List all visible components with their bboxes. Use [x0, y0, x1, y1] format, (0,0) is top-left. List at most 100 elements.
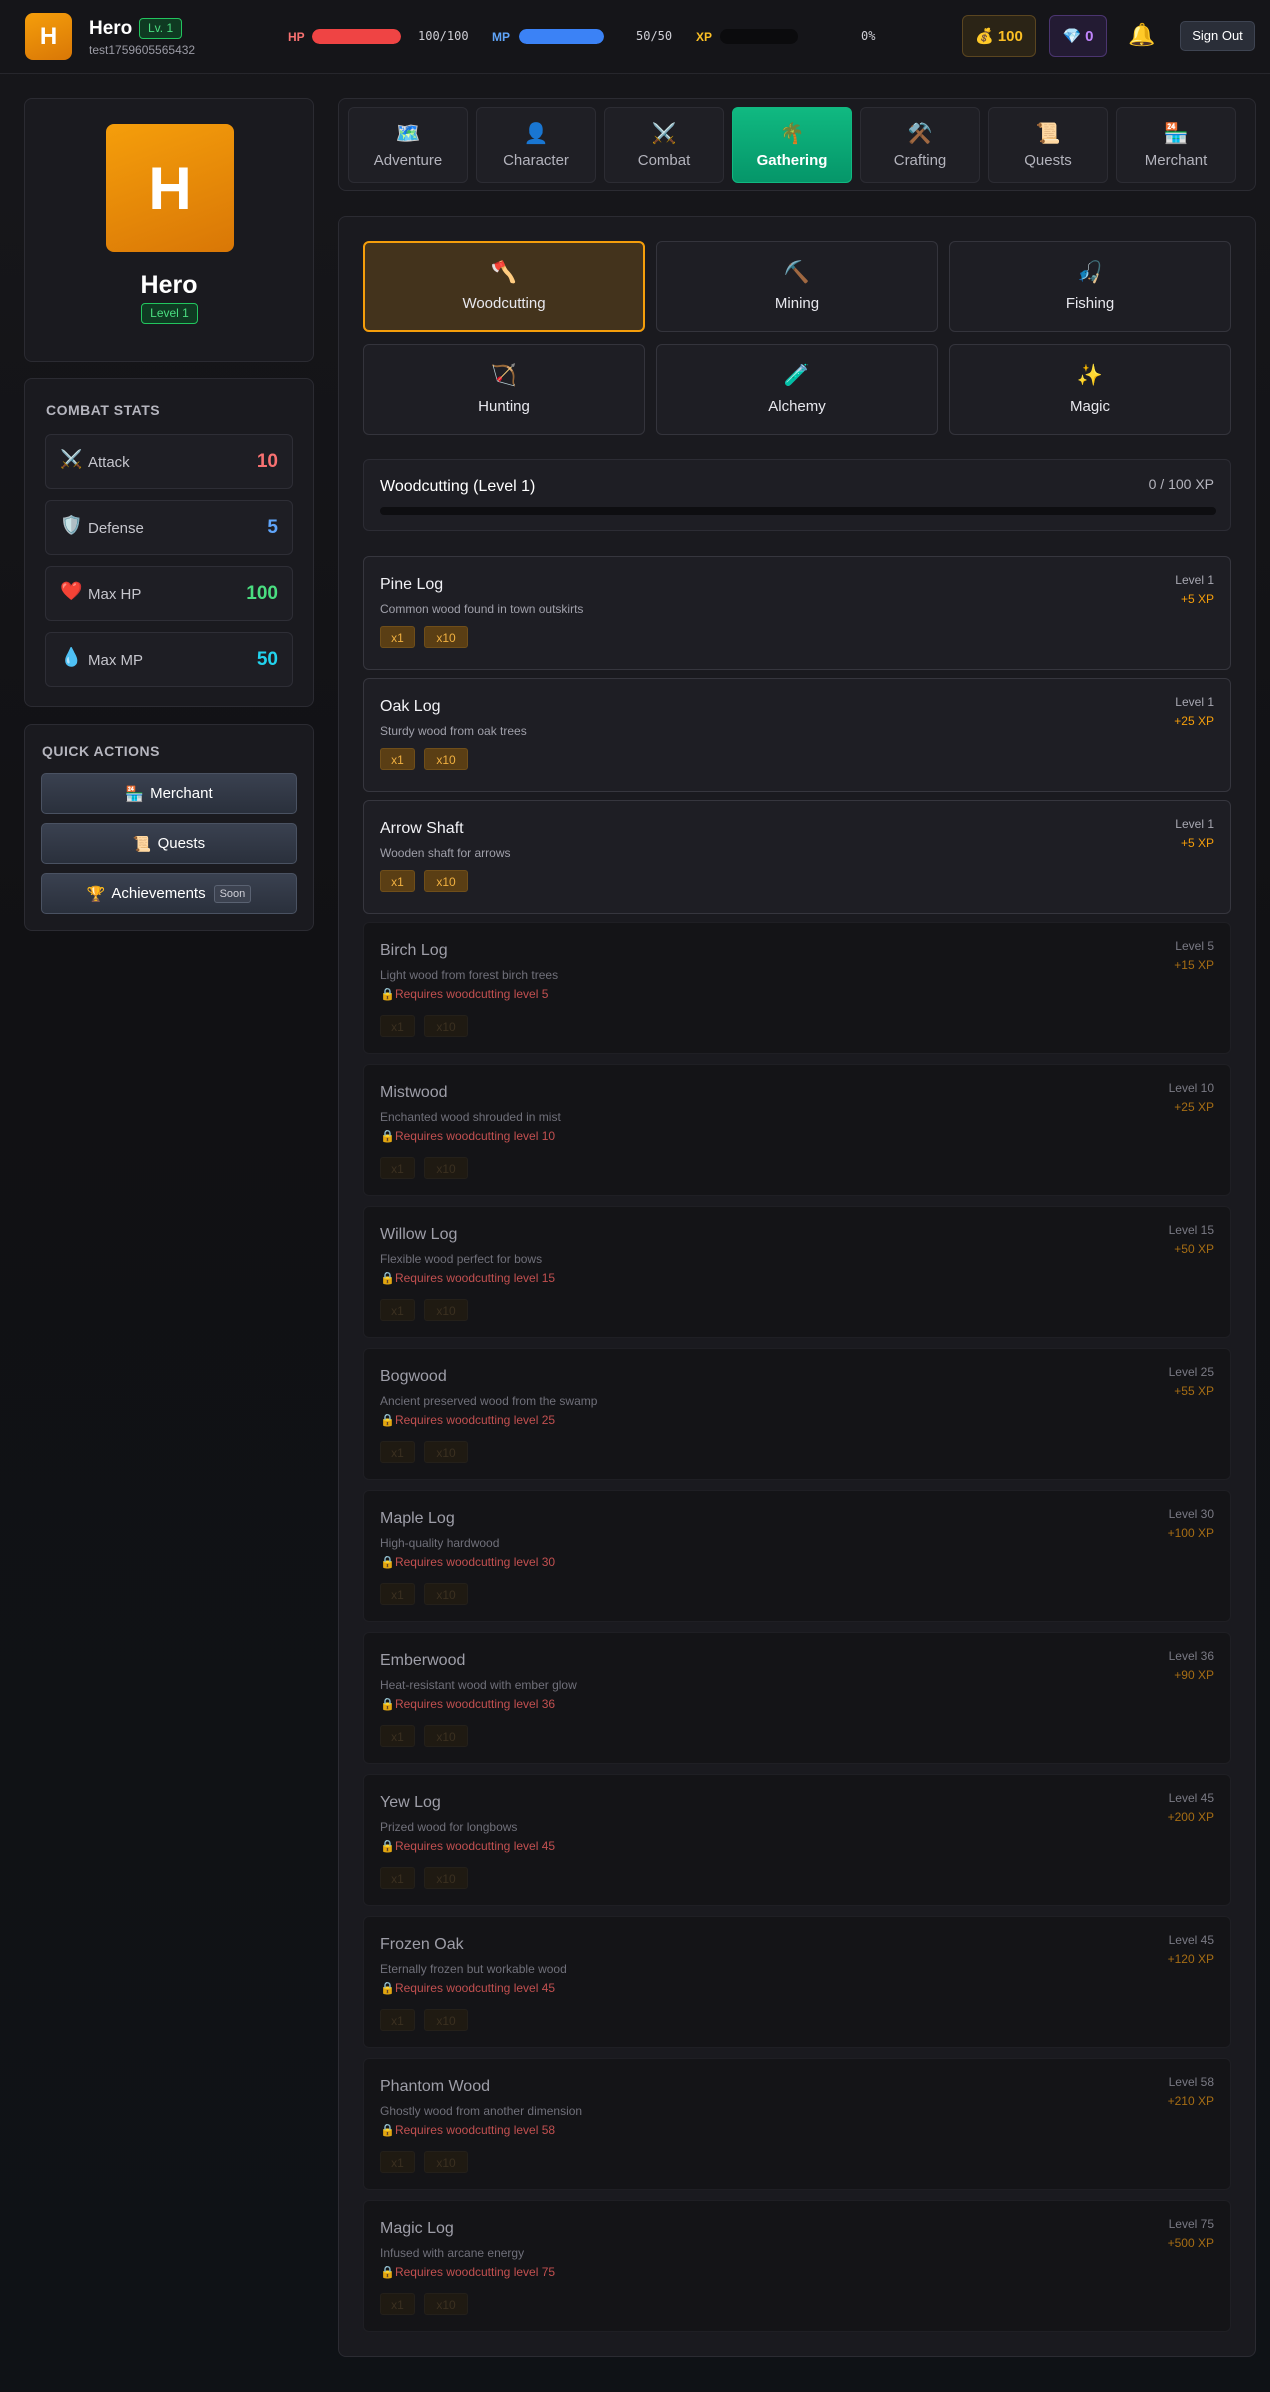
tab-label: Character	[503, 152, 569, 169]
sign-out-button[interactable]: Sign Out	[1180, 21, 1255, 51]
tab-gathering[interactable]: 🌴 Gathering	[732, 107, 852, 183]
trophy-icon: 🏆	[86, 885, 106, 903]
item-level: Level 45	[1168, 1933, 1214, 1947]
resource-item: Willow Log Flexible wood perfect for bows…	[363, 1206, 1231, 1338]
lock-icon: 🔒	[380, 1129, 395, 1143]
xp-bar	[720, 29, 798, 44]
item-description: Ancient preserved wood from the swamp	[380, 1394, 598, 1408]
requirement-text: 🔒Requires woodcutting level 45	[380, 1839, 555, 1853]
stat-value: 10	[256, 451, 278, 472]
requirement-text: 🔒Requires woodcutting level 36	[380, 1697, 555, 1711]
gather-x10-button[interactable]: x10	[424, 870, 468, 892]
item-xp: +120 XP	[1167, 1952, 1214, 1966]
gather-x1-button: x1	[380, 2293, 415, 2315]
item-level: Level 1	[1175, 817, 1214, 831]
item-name: Emberwood	[380, 1652, 466, 1669]
item-xp: +50 XP	[1174, 1242, 1214, 1256]
resource-item: Bogwood Ancient preserved wood from the s…	[363, 1348, 1231, 1480]
lock-icon: 🔒	[380, 2123, 395, 2137]
hammer-pick-icon: ⚒️	[907, 123, 933, 145]
skill-label: Mining	[774, 295, 820, 312]
skill-alchemy[interactable]: 🧪 Alchemy	[656, 344, 938, 435]
item-name: Mistwood	[380, 1084, 448, 1101]
item-description: Light wood from forest birch trees	[380, 968, 559, 982]
gem-value: 0	[1085, 27, 1094, 45]
skill-mining[interactable]: ⛏️ Mining	[656, 241, 938, 332]
item-name: Phantom Wood	[380, 2078, 490, 2095]
bell-icon[interactable]: 🔔	[1128, 22, 1155, 48]
merchant-button[interactable]: 🏪 Merchant	[41, 773, 297, 814]
stat-name: Attack	[88, 454, 130, 471]
item-name: Arrow Shaft	[380, 820, 464, 837]
gather-x10-button: x10	[424, 2293, 468, 2315]
tab-merchant[interactable]: 🏪 Merchant	[1116, 107, 1236, 183]
gather-x10-button[interactable]: x10	[424, 748, 468, 770]
item-xp: +15 XP	[1174, 958, 1214, 972]
tab-combat[interactable]: ⚔️ Combat	[604, 107, 724, 183]
lock-icon: 🔒	[380, 2265, 395, 2279]
soon-badge: Soon	[213, 884, 252, 903]
mp-bar-fill	[519, 29, 604, 44]
achievements-button[interactable]: 🏆 Achievements Soon	[41, 873, 297, 914]
person-icon: 👤	[523, 123, 549, 145]
skill-hunting[interactable]: 🏹 Hunting	[363, 344, 645, 435]
palm-tree-icon: 🌴	[779, 123, 805, 145]
item-level: Level 25	[1168, 1365, 1214, 1379]
skill-progress-card: Woodcutting (Level 1) 0 / 100 XP	[363, 459, 1231, 531]
fishing-icon: 🎣	[1076, 261, 1104, 284]
lock-icon: 🔒	[380, 1839, 395, 1853]
gather-x1-button[interactable]: x1	[380, 748, 415, 770]
quests-button[interactable]: 📜 Quests	[41, 823, 297, 864]
pick-icon: ⛏️	[783, 261, 811, 284]
lock-icon: 🔒	[380, 1555, 395, 1569]
tab-character[interactable]: 👤 Character	[476, 107, 596, 183]
skill-woodcutting[interactable]: 🪓 Woodcutting	[363, 241, 645, 332]
gather-x10-button: x10	[424, 1867, 468, 1889]
item-description: Eternally frozen but workable wood	[380, 1962, 567, 1976]
item-xp: +100 XP	[1167, 1526, 1214, 1540]
requirement-label: Requires woodcutting level 25	[394, 1413, 556, 1427]
tab-crafting[interactable]: ⚒️ Crafting	[860, 107, 980, 183]
test-tube-icon: 🧪	[783, 364, 811, 387]
item-name: Birch Log	[380, 942, 448, 959]
mp-label: MP	[492, 30, 510, 44]
lock-icon: 🔒	[380, 987, 395, 1001]
xp-value: 0%	[861, 29, 876, 43]
item-name: Bogwood	[380, 1368, 447, 1385]
tab-quests[interactable]: 📜 Quests	[988, 107, 1108, 183]
shield-icon: 🛡️	[60, 515, 83, 535]
gather-x1-button[interactable]: x1	[380, 626, 415, 648]
item-level: Level 30	[1168, 1507, 1214, 1521]
resource-item: Yew Log Prized wood for longbows Level 45 +…	[363, 1774, 1231, 1906]
gem-counter[interactable]: 💎 0	[1049, 15, 1107, 57]
requirement-text: 🔒Requires woodcutting level 30	[380, 1555, 555, 1569]
hp-bar	[312, 29, 401, 44]
gather-x1-button: x1	[380, 1583, 415, 1605]
item-description: Prized wood for longbows	[380, 1820, 518, 1834]
main-nav-tabs: 🗺️ Adventure 👤 Character ⚔️ Combat 🌴 Gat…	[338, 98, 1256, 191]
resource-item: Birch Log Light wood from forest birch tr…	[363, 922, 1231, 1054]
skill-magic[interactable]: ✨ Magic	[949, 344, 1231, 435]
skill-label: Alchemy	[768, 398, 826, 415]
tab-adventure[interactable]: 🗺️ Adventure	[348, 107, 468, 183]
heart-icon: ❤️	[60, 581, 83, 601]
button-label: Quests	[157, 835, 206, 852]
gather-x10-button[interactable]: x10	[424, 626, 468, 648]
stat-name: Max MP	[88, 652, 144, 669]
gold-counter[interactable]: 💰 100	[962, 15, 1036, 57]
requirement-text: 🔒Requires woodcutting level 15	[380, 1271, 555, 1285]
resource-item[interactable]: Pine Log Common wood found in town outski…	[363, 556, 1231, 670]
resource-item[interactable]: Oak Log Sturdy wood from oak trees Level 1…	[363, 678, 1231, 792]
item-xp: +500 XP	[1167, 2236, 1214, 2250]
avatar[interactable]: H	[25, 13, 72, 60]
skill-label: Woodcutting	[462, 295, 546, 312]
hp-bar-fill	[312, 29, 401, 44]
stat-name: Max HP	[88, 586, 142, 603]
gather-x1-button[interactable]: x1	[380, 870, 415, 892]
item-level: Level 45	[1168, 1791, 1214, 1805]
skill-fishing[interactable]: 🎣 Fishing	[949, 241, 1231, 332]
level-badge: Lv. 1	[139, 18, 183, 39]
hp-label: HP	[288, 30, 305, 44]
resource-item[interactable]: Arrow Shaft Wooden shaft for arrows Level …	[363, 800, 1231, 914]
skill-progress-title: Woodcutting (Level 1)	[380, 478, 536, 495]
